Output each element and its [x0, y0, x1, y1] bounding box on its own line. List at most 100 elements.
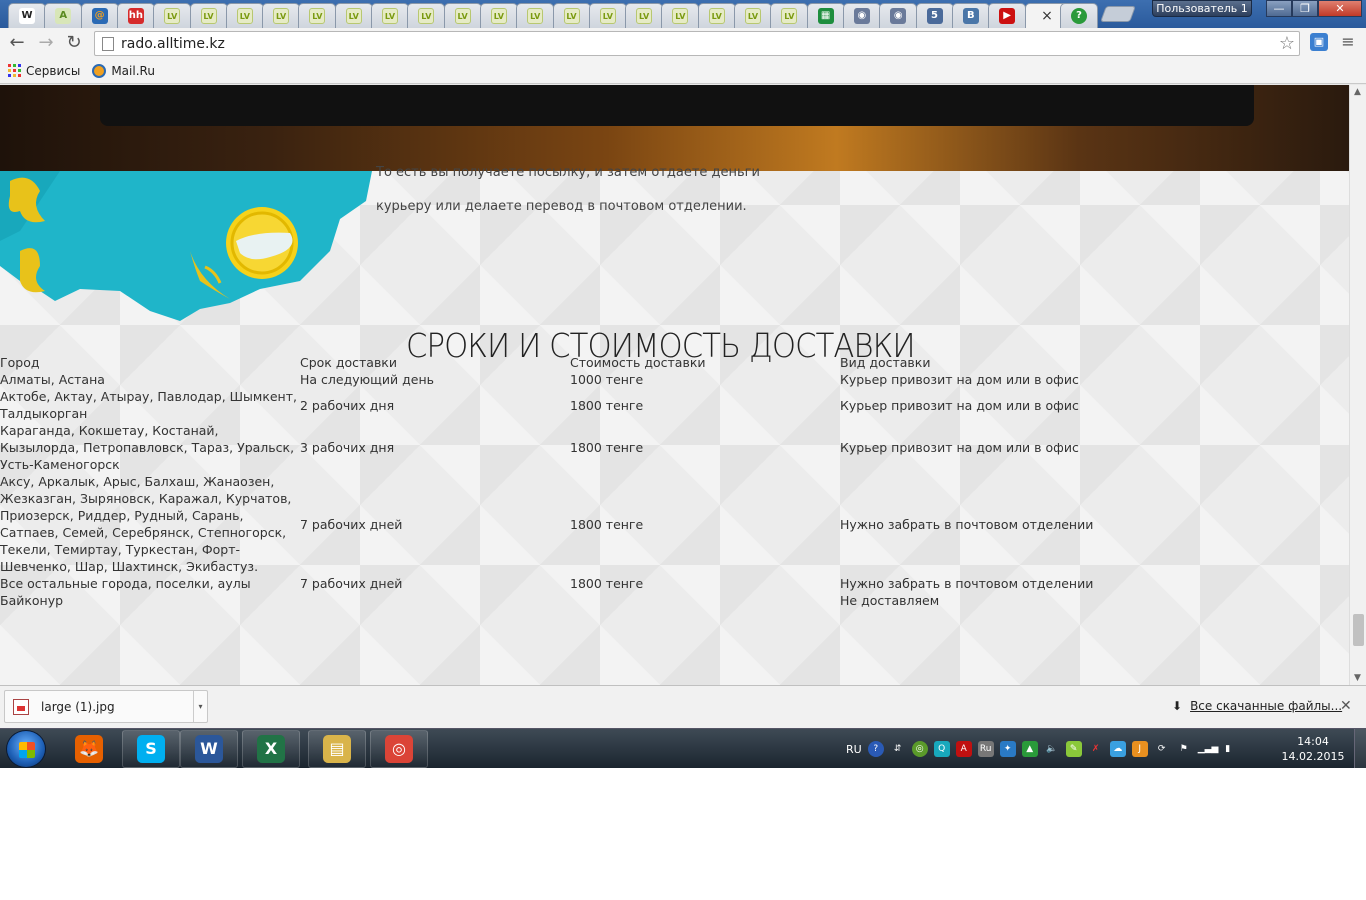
tab-lv[interactable]: LV: [516, 3, 555, 28]
signal-tray-icon[interactable]: ▁▃▅: [1198, 741, 1219, 757]
download-file-name[interactable]: large (1).jpg: [41, 700, 115, 714]
taskbar-excel[interactable]: X: [242, 730, 300, 768]
taskbar-skype[interactable]: S: [122, 730, 180, 768]
help-tray-icon[interactable]: ?: [867, 741, 884, 757]
java-tray-icon[interactable]: J: [1131, 741, 1148, 757]
tab-lv[interactable]: LV: [225, 3, 264, 28]
flag-tray-icon[interactable]: ⚑: [1176, 741, 1192, 757]
evernote-tray-icon[interactable]: ✎: [1065, 741, 1082, 757]
dropbox-tray-icon[interactable]: ✦: [999, 741, 1016, 757]
cell-cost: 1800 тенге: [570, 440, 644, 455]
clock[interactable]: 14:04 14.02.2015: [1280, 734, 1346, 764]
keyboard-ru-tray-icon[interactable]: Ru: [977, 741, 994, 757]
cell-type: Не доставляем: [840, 593, 940, 608]
clock-time: 14:04: [1297, 735, 1329, 748]
acrobat-tray-icon[interactable]: A: [955, 741, 972, 757]
download-menu-arrow[interactable]: ▾: [193, 691, 207, 722]
window-controls: — ❐ ✕: [1266, 0, 1362, 17]
tab-lv[interactable]: LV: [443, 3, 482, 28]
drive-tray-icon[interactable]: ▲: [1021, 741, 1038, 757]
taskbar-chrome[interactable]: ◎: [370, 730, 428, 768]
cloud-tray-icon[interactable]: ☁: [1109, 741, 1126, 757]
network-off-tray-icon[interactable]: ✗: [1088, 741, 1104, 757]
battery-tray-icon[interactable]: ▮: [1220, 741, 1236, 757]
show-desktop-button[interactable]: [1354, 729, 1366, 768]
table-row: Байконур Не доставляем: [0, 592, 1200, 609]
tab-lv[interactable]: LV: [697, 3, 736, 28]
bookmark-star-icon[interactable]: ☆: [1279, 33, 1295, 54]
new-tab-button[interactable]: [1100, 6, 1136, 22]
scrollbar-thumb[interactable]: [1353, 613, 1364, 646]
image-file-icon: [13, 699, 29, 715]
cell-cost: 1800 тенге: [570, 516, 644, 532]
lv-icon: LV: [708, 8, 725, 24]
minimize-button[interactable]: —: [1266, 0, 1292, 17]
all-downloads-label[interactable]: Все скачанные файлы...: [1190, 699, 1342, 713]
tab-lv[interactable]: LV: [262, 3, 301, 28]
tab-lv[interactable]: LV: [298, 3, 337, 28]
tab-lv[interactable]: LV: [189, 3, 228, 28]
lv-icon: LV: [454, 8, 471, 24]
tab-lv[interactable]: LV: [734, 3, 772, 28]
taskbar-explorer[interactable]: ▤: [308, 730, 366, 768]
cell-term: 7 рабочих дней: [300, 576, 403, 591]
tab-lv[interactable]: LV: [588, 3, 627, 28]
tab-lv[interactable]: LV: [770, 3, 809, 28]
address-bar[interactable]: rado.alltime.kz ☆: [94, 31, 1300, 56]
language-indicator[interactable]: RU: [846, 743, 862, 756]
tab-lv[interactable]: LV: [334, 3, 373, 28]
bookmark-label: Сервисы: [26, 63, 81, 78]
tab-vk[interactable]: B: [951, 3, 990, 28]
all-downloads-link[interactable]: ⬇ Все скачанные файлы...: [1172, 699, 1342, 713]
tab-lv[interactable]: LV: [371, 3, 409, 28]
extension-icon[interactable]: ▣: [1310, 33, 1328, 51]
tab-sheets[interactable]: ▦: [806, 3, 845, 28]
close-window-button[interactable]: ✕: [1318, 0, 1362, 17]
tab-lv[interactable]: LV: [479, 3, 518, 28]
tab-seal[interactable]: ◉: [879, 3, 918, 28]
tab-lv[interactable]: LV: [153, 3, 192, 28]
qip-tray-icon[interactable]: Q: [933, 741, 950, 757]
bookmark-services[interactable]: Сервисы: [8, 64, 80, 78]
tab-seal[interactable]: ◉: [842, 3, 881, 28]
arrows-tray-icon[interactable]: ⇵: [890, 741, 906, 757]
bookmark-mailru[interactable]: Mail.Ru: [92, 63, 155, 78]
tab-lv[interactable]: LV: [552, 3, 591, 28]
start-button[interactable]: [6, 730, 46, 768]
sheets-icon: ▦: [817, 8, 834, 24]
tab-lv[interactable]: LV: [661, 3, 700, 28]
forward-button[interactable]: →: [35, 32, 57, 54]
tab-help[interactable]: ?: [1060, 3, 1098, 28]
table-row: Караганда, Кокшетау, Костанай, Кызылорда…: [0, 422, 1200, 473]
taskbar-firefox[interactable]: 🦊: [60, 730, 118, 768]
tab-lv[interactable]: LV: [407, 3, 446, 28]
lv-icon: LV: [490, 8, 507, 24]
download-item[interactable]: large (1).jpg ▾: [4, 690, 208, 723]
sync-tray-icon[interactable]: ⟳: [1154, 741, 1170, 757]
hero-dark-panel: [100, 85, 1254, 126]
maximize-button[interactable]: ❐: [1292, 0, 1318, 17]
scroll-down-icon[interactable]: ▼: [1354, 673, 1361, 683]
url-text[interactable]: rado.alltime.kz: [121, 36, 225, 52]
scroll-up-icon[interactable]: ▲: [1354, 87, 1361, 97]
s-icon: 5: [926, 8, 943, 24]
lv-icon: LV: [781, 8, 798, 24]
tab-s[interactable]: 5: [915, 3, 954, 28]
close-shelf-button[interactable]: ✕: [1340, 698, 1352, 714]
reload-button[interactable]: ↻: [63, 32, 85, 54]
tab-hh[interactable]: hh: [116, 3, 155, 28]
close-tab-icon[interactable]: ×: [1041, 8, 1053, 24]
menu-icon[interactable]: ≡: [1339, 33, 1357, 51]
tab-wikipedia[interactable]: W: [8, 3, 46, 28]
taskbar-word[interactable]: W: [180, 730, 238, 768]
tab-lv[interactable]: LV: [625, 3, 664, 28]
volume-icon[interactable]: 🔈: [1044, 741, 1060, 757]
chrome-tray-icon[interactable]: ◎: [911, 741, 928, 757]
tab-a-logo[interactable]: A: [44, 3, 83, 28]
page-scrollbar[interactable]: ▲ ▼: [1349, 85, 1366, 685]
tab-mailru[interactable]: @: [80, 3, 119, 28]
back-button[interactable]: ←: [6, 32, 28, 54]
profile-button[interactable]: Пользователь 1: [1152, 0, 1252, 17]
tab-youtube[interactable]: ▶: [988, 3, 1027, 28]
cell-city: Караганда, Кокшетау, Костанай, Кызылорда…: [0, 423, 295, 472]
